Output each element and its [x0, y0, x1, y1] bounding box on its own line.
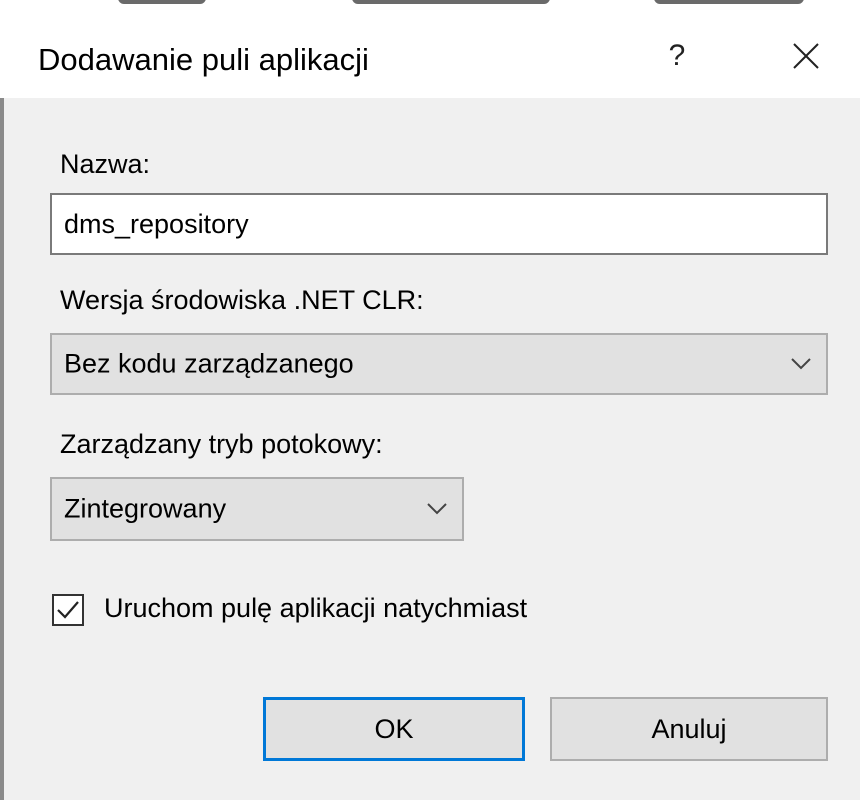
cancel-button[interactable]: Anuluj — [550, 697, 828, 761]
start-immediately-label[interactable]: Uruchom pulę aplikacji natychmiast — [104, 593, 527, 624]
title-bar: Dodawanie puli aplikacji ? — [0, 14, 860, 98]
clr-version-value: Bez kodu zarządzanego — [64, 348, 354, 379]
close-icon — [793, 43, 819, 69]
checkmark-icon — [57, 601, 79, 619]
add-application-pool-dialog: Dodawanie puli aplikacji ? Nazwa: Wersja… — [0, 0, 860, 800]
pipeline-mode-select[interactable]: Zintegrowany — [50, 477, 464, 541]
close-button[interactable] — [776, 30, 836, 82]
chevron-down-icon — [791, 358, 811, 370]
chevron-down-icon — [427, 503, 447, 515]
help-button[interactable]: ? — [652, 30, 702, 82]
background-window-edge — [0, 0, 860, 14]
ok-button[interactable]: OK — [263, 697, 525, 761]
clr-version-label: Wersja środowiska .NET CLR: — [60, 285, 424, 315]
start-immediately-checkbox[interactable] — [52, 594, 84, 626]
help-icon: ? — [668, 39, 686, 72]
window-border — [0, 98, 4, 800]
clr-version-select[interactable]: Bez kodu zarządzanego — [50, 333, 828, 395]
name-label: Nazwa: — [60, 149, 151, 179]
pipeline-mode-value: Zintegrowany — [64, 493, 227, 524]
pipeline-mode-label: Zarządzany tryb potokowy: — [60, 429, 383, 459]
name-input[interactable] — [50, 193, 828, 255]
dialog-title: Dodawanie puli aplikacji — [38, 42, 369, 77]
